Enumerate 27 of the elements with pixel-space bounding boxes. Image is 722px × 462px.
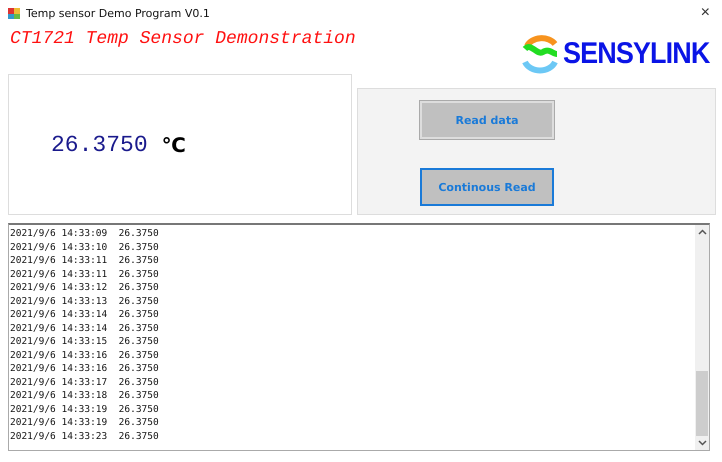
- log-line: 2021/9/6 14:33:18 26.3750: [10, 389, 160, 402]
- log-line: 2021/9/6 14:33:19 26.3750: [10, 416, 160, 430]
- log-line: 2021/9/6 14:33:12 26.3750: [10, 281, 160, 294]
- log-line: 2021/9/6 14:33:23 26.3750: [10, 430, 160, 443]
- log-line: 2021/9/6 14:33:11 26.3750: [10, 254, 160, 268]
- log-line: 2021/9/6 14:33:09 26.3750: [10, 227, 160, 240]
- log-line: 2021/9/6 14:33:16 26.3750: [10, 362, 160, 376]
- log-line: 2021/9/6 14:33:14 26.3750: [10, 308, 160, 322]
- log-line: 2021/9/6 14:33:16 26.3750: [10, 348, 160, 362]
- log-line: 2021/9/6 14:33:14 26.3750: [10, 322, 160, 335]
- logo-text: SENSYLINK: [563, 37, 710, 71]
- app-icon: [8, 7, 20, 19]
- scrollbar-thumb[interactable]: [696, 371, 708, 436]
- log-line: 2021/9/6 14:33:15 26.3750: [10, 335, 160, 348]
- log-line: 2021/9/6 14:33:19 26.3750: [10, 402, 160, 416]
- scrollbar[interactable]: [695, 225, 709, 450]
- action-button[interactable]: Read data: [420, 101, 554, 139]
- temperature-value: 26.3750: [51, 132, 148, 158]
- close-button[interactable]: ×: [696, 4, 714, 22]
- window-title: Temp sensor Demo Program V0.1: [26, 6, 211, 20]
- temperature-unit: ℃: [162, 132, 186, 156]
- log-line: 2021/9/6 14:33:10 26.3750: [10, 240, 160, 254]
- log-line: 2021/9/6 14:33:11 26.3750: [10, 268, 160, 281]
- app-heading: CT1721 Temp Sensor Demonstration: [10, 29, 356, 49]
- action-button[interactable]: Continous Read: [420, 168, 554, 206]
- log-line: 2021/9/6 14:33:17 26.3750: [10, 376, 160, 389]
- log-line: 2021/9/6 14:33:13 26.3750: [10, 294, 160, 308]
